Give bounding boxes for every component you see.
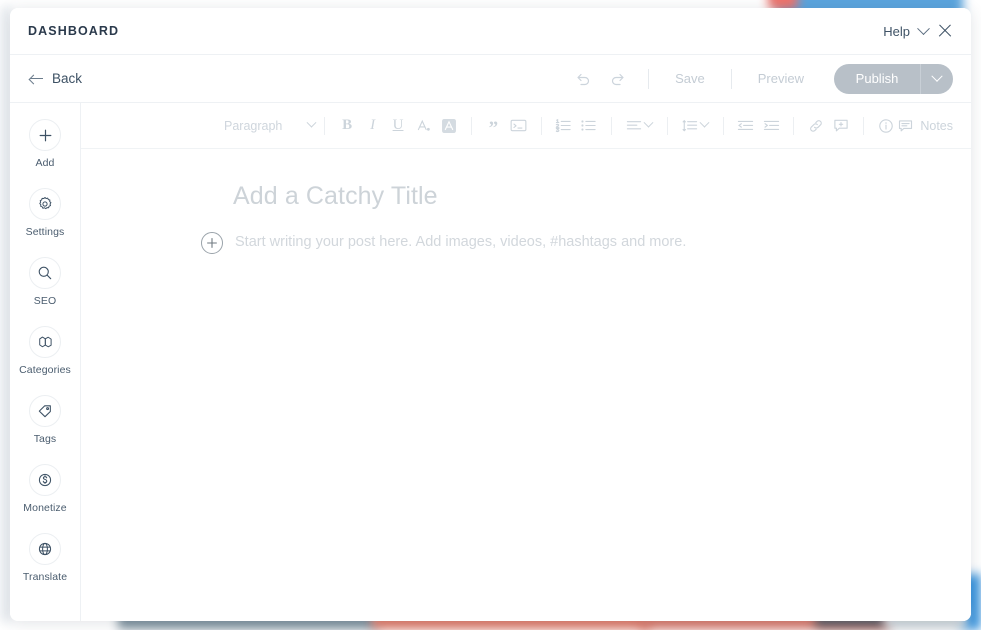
action-bar-right: Save Preview Publish: [566, 64, 953, 94]
search-icon: [29, 257, 61, 289]
link-icon[interactable]: [803, 113, 828, 139]
editor-sidebar: Add Settings SEO: [10, 103, 81, 621]
sidebar-item-label: Categories: [19, 364, 71, 376]
globe-icon: [29, 533, 61, 565]
indent-icon[interactable]: [758, 113, 783, 139]
preview-button[interactable]: Preview: [746, 71, 816, 86]
modal-body: Add Settings SEO: [10, 103, 971, 621]
blog-post-editor-modal: DASHBOARD Help Back: [10, 8, 971, 621]
sidebar-item-add[interactable]: Add: [10, 119, 81, 188]
divider: [723, 117, 724, 135]
text-color-icon[interactable]: [411, 113, 436, 139]
italic-icon[interactable]: I: [360, 113, 385, 139]
divider: [667, 117, 668, 135]
sidebar-item-label: Monetize: [23, 502, 66, 514]
header-actions: Help: [883, 23, 953, 39]
close-icon[interactable]: [937, 23, 953, 39]
help-button[interactable]: Help: [883, 24, 910, 39]
sidebar-item-label: SEO: [34, 295, 56, 307]
page-title: DASHBOARD: [28, 24, 119, 38]
quote-icon[interactable]: ”: [481, 113, 506, 139]
divider: [471, 117, 472, 135]
post-title-placeholder[interactable]: Add a Catchy Title: [233, 182, 971, 211]
line-spacing-icon[interactable]: [677, 113, 714, 139]
add-block-plus-icon[interactable]: [201, 232, 223, 254]
code-block-icon[interactable]: [506, 113, 531, 139]
divider: [863, 117, 864, 135]
sidebar-item-label: Settings: [26, 226, 65, 238]
notes-button[interactable]: Notes: [898, 119, 957, 133]
bullet-list-icon[interactable]: [576, 113, 601, 139]
underline-icon[interactable]: U: [385, 113, 410, 139]
divider: [731, 69, 732, 89]
divider: [648, 69, 649, 89]
redo-icon[interactable]: [600, 64, 634, 94]
sidebar-item-categories[interactable]: Categories: [10, 326, 81, 395]
sidebar-item-tags[interactable]: Tags: [10, 395, 81, 464]
sidebar-item-settings[interactable]: Settings: [10, 188, 81, 257]
chevron-down-icon: [700, 118, 710, 128]
paragraph-style-select[interactable]: Paragraph: [224, 119, 315, 133]
ordered-list-icon[interactable]: [551, 113, 576, 139]
divider: [611, 117, 612, 135]
divider: [324, 117, 325, 135]
editor-action-bar: Back Save Preview Publish: [10, 55, 971, 103]
align-left-icon[interactable]: [621, 113, 658, 139]
sidebar-item-label: Translate: [23, 571, 67, 583]
tag-icon: [29, 395, 61, 427]
editor-toolbar: Paragraph B I U: [81, 103, 971, 149]
highlight-icon[interactable]: [436, 113, 461, 139]
outdent-icon[interactable]: [733, 113, 758, 139]
bold-icon[interactable]: B: [334, 113, 359, 139]
info-icon[interactable]: [873, 113, 898, 139]
paragraph-style-value: Paragraph: [224, 119, 282, 133]
chevron-down-icon[interactable]: [917, 22, 930, 35]
sidebar-item-monetize[interactable]: Monetize: [10, 464, 81, 533]
add-comment-icon[interactable]: [828, 113, 853, 139]
sidebar-item-translate[interactable]: Translate: [10, 533, 81, 602]
chevron-down-icon: [307, 118, 317, 128]
save-button[interactable]: Save: [663, 71, 717, 86]
chevron-down-icon: [644, 118, 654, 128]
sidebar-item-seo[interactable]: SEO: [10, 257, 81, 326]
notes-label: Notes: [920, 119, 953, 133]
post-body-placeholder[interactable]: Start writing your post here. Add images…: [235, 231, 686, 253]
back-button[interactable]: Back: [30, 71, 82, 86]
divider: [541, 117, 542, 135]
divider: [793, 117, 794, 135]
plus-icon: [29, 119, 61, 151]
undo-icon[interactable]: [566, 64, 600, 94]
post-editor-canvas[interactable]: Add a Catchy Title Start writing your po…: [81, 149, 971, 621]
post-body-row: Start writing your post here. Add images…: [81, 231, 971, 254]
sidebar-item-label: Add: [36, 157, 55, 169]
editor-column: Paragraph B I U: [81, 103, 971, 621]
back-button-label: Back: [52, 71, 82, 86]
gear-icon: [29, 188, 61, 220]
chevron-down-icon: [931, 70, 942, 81]
notes-icon: [898, 119, 913, 133]
publish-button-group: Publish: [834, 64, 953, 94]
sidebar-item-label: Tags: [34, 433, 57, 445]
modal-header: DASHBOARD Help: [10, 8, 971, 55]
cards-icon: [29, 326, 61, 358]
publish-options-button[interactable]: [920, 64, 953, 94]
publish-button[interactable]: Publish: [834, 64, 920, 94]
dollar-circle-icon: [29, 464, 61, 496]
arrow-left-icon: [30, 74, 43, 83]
